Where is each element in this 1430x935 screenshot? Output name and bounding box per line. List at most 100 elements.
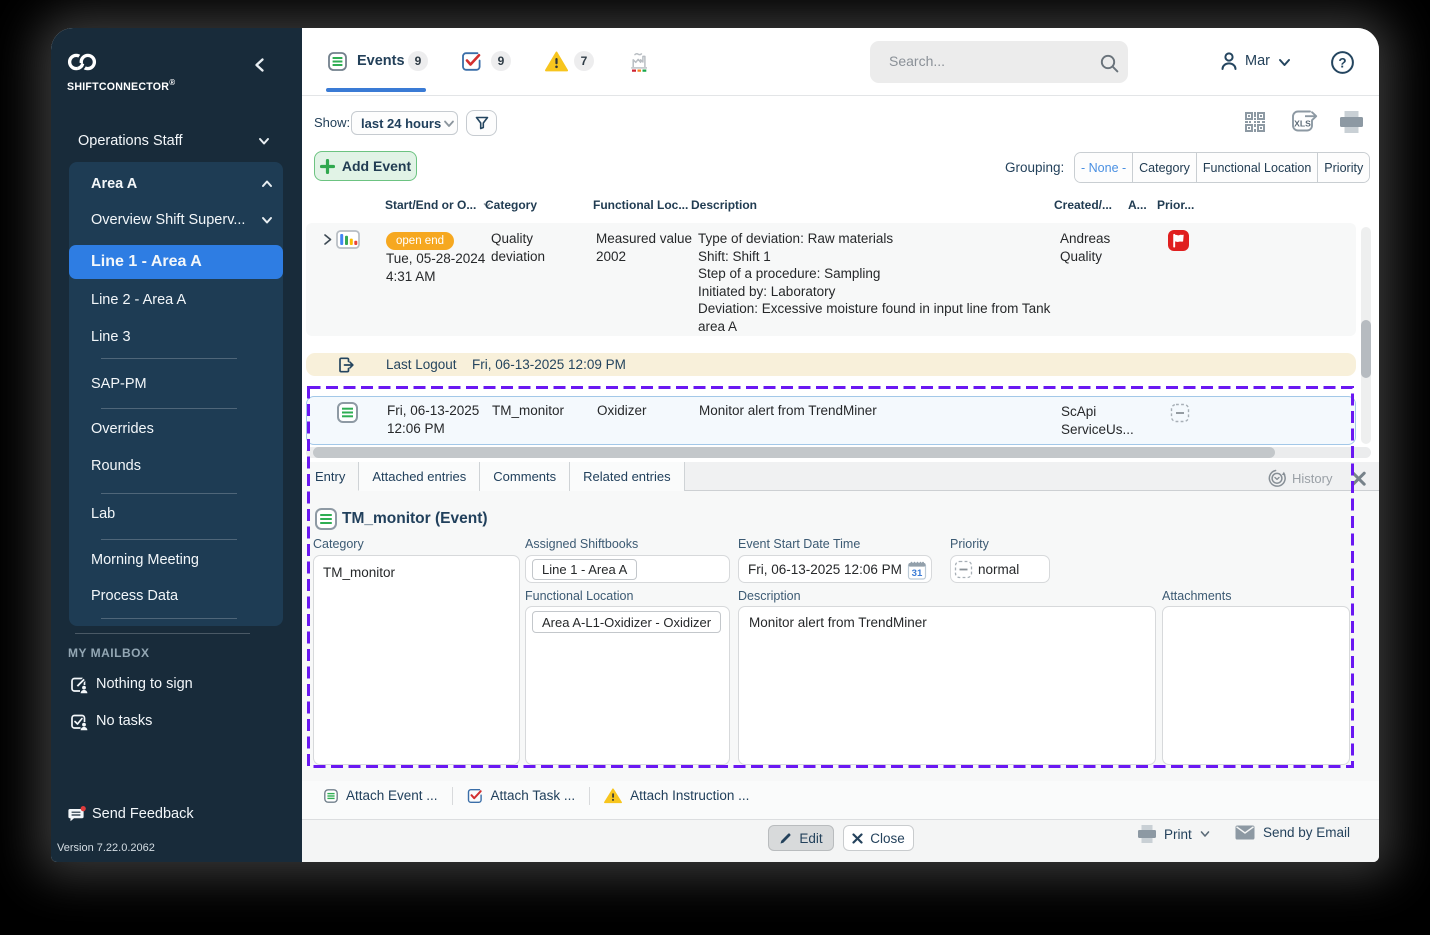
- sidebar-item-sap-pm[interactable]: SAP-PM: [69, 366, 283, 402]
- column-header-description[interactable]: Description: [691, 198, 757, 212]
- sidebar-item-overview-shift-supervisor[interactable]: Overview Shift Superv...: [69, 202, 283, 238]
- search-icon[interactable]: [1098, 52, 1121, 75]
- help-button[interactable]: ?: [1330, 50, 1355, 80]
- sidebar-item-morning-meeting[interactable]: Morning Meeting: [69, 542, 283, 578]
- user-name[interactable]: Mar: [1245, 53, 1270, 69]
- grouping-option-priority[interactable]: Priority: [1318, 153, 1370, 182]
- no-attachment-icon: [1170, 403, 1190, 428]
- tab-attached-entries[interactable]: Attached entries: [359, 462, 481, 491]
- sidebar-item-process-data[interactable]: Process Data: [69, 578, 283, 614]
- qr-code-button[interactable]: [1243, 110, 1267, 139]
- chevron-down-icon: [262, 217, 272, 224]
- logout-icon: [339, 357, 354, 373]
- cell-description: Type of deviation: Raw materials Shift: …: [698, 231, 1051, 334]
- cell-description: Monitor alert from TrendMiner: [699, 403, 877, 418]
- detail-footer-bar: Edit Close Print Send by Email: [302, 819, 1379, 862]
- entry-form: TM_monitor (Event) Category TM_monitor A…: [302, 491, 1379, 781]
- send-by-email-label: Send by Email: [1263, 825, 1351, 840]
- description-field[interactable]: Monitor alert from TrendMiner: [738, 606, 1156, 765]
- column-header-created[interactable]: Created/...: [1054, 198, 1112, 212]
- grouping-option-none[interactable]: - None -: [1075, 153, 1134, 182]
- search-input[interactable]: Search...: [870, 41, 1128, 83]
- category-field[interactable]: TM_monitor: [313, 555, 520, 765]
- vertical-scrollbar[interactable]: [1361, 227, 1371, 444]
- history-button[interactable]: History: [1268, 469, 1332, 487]
- tab-tasks[interactable]: [461, 51, 482, 77]
- attach-event-button[interactable]: Attach Event ...: [302, 788, 452, 803]
- sidebar-collapse-button[interactable]: [250, 55, 270, 75]
- divider: [101, 618, 237, 619]
- attachments-field[interactable]: [1162, 606, 1350, 765]
- time-range-select[interactable]: last 24 hours: [351, 111, 458, 135]
- tab-plant[interactable]: [630, 52, 650, 77]
- show-label: Show:: [314, 115, 351, 130]
- edit-button[interactable]: Edit: [768, 825, 834, 851]
- tab-related-entries[interactable]: Related entries: [570, 462, 685, 491]
- sidebar-item-lab[interactable]: Lab: [69, 496, 283, 532]
- warning-triangle-icon: [604, 787, 623, 803]
- print-button[interactable]: Print: [1137, 825, 1211, 843]
- column-header-priority[interactable]: Prior...: [1157, 198, 1194, 212]
- column-header-functional-location[interactable]: Functional Loc...: [593, 198, 688, 212]
- divider: [75, 633, 250, 634]
- assigned-shiftbooks-field[interactable]: Line 1 - Area A: [525, 555, 730, 583]
- table-row-last-logout[interactable]: Last Logout Fri, 06-13-2025 12:09 PM: [306, 353, 1356, 376]
- sidebar-item-no-tasks[interactable]: No tasks: [51, 703, 302, 739]
- xls-export-icon: XLS: [1292, 110, 1318, 132]
- attach-task-button[interactable]: Attach Task ...: [453, 788, 590, 804]
- print-list-button[interactable]: [1339, 111, 1364, 138]
- shiftbook-chip[interactable]: Line 1 - Area A: [532, 559, 638, 580]
- grouping-label: Grouping:: [1005, 160, 1065, 175]
- filter-funnel-icon: [475, 116, 488, 130]
- filter-button[interactable]: [466, 110, 497, 136]
- chevron-down-icon[interactable]: [1277, 56, 1292, 69]
- cell-category: Quality deviation: [491, 231, 546, 264]
- table-row-tm-monitor-selected[interactable]: Fri, 06-13-2025 12:06 PM TM_monitor Oxidi…: [306, 396, 1356, 445]
- sidebar-item-rounds[interactable]: Rounds: [69, 448, 283, 484]
- sidebar-item-line1-area-a-selected[interactable]: Line 1 - Area A: [69, 245, 283, 279]
- expand-chevron-icon[interactable]: [321, 233, 334, 246]
- grouping-option-functional-location[interactable]: Functional Location: [1196, 153, 1319, 182]
- calendar-icon[interactable]: 31: [906, 559, 928, 586]
- sidebar-item-nothing-to-sign[interactable]: Nothing to sign: [51, 666, 302, 702]
- time-range-value: last 24 hours: [361, 115, 442, 131]
- close-button[interactable]: Close: [843, 825, 914, 851]
- sidebar-item-operations-staff[interactable]: Operations Staff: [51, 123, 302, 159]
- user-menu[interactable]: [1217, 49, 1241, 78]
- column-header-attachments[interactable]: A...: [1128, 198, 1147, 212]
- sidebar-item-send-feedback[interactable]: Send Feedback: [51, 796, 302, 832]
- cell-functional-location: Measured value 2002: [596, 231, 693, 264]
- sidebar-item-overrides[interactable]: Overrides: [69, 411, 283, 447]
- help-icon: ?: [1331, 51, 1354, 74]
- table-row-quality-deviation[interactable]: open end Tue, 05-28-2024 4:31 AM Quality d…: [306, 223, 1356, 336]
- priority-field[interactable]: normal: [950, 555, 1050, 583]
- functional-location-chip[interactable]: Area A-L1-Oxidizer - Oxidizer: [532, 611, 722, 633]
- sidebar-item-line3[interactable]: Line 3: [69, 319, 283, 355]
- functional-location-field[interactable]: Area A-L1-Oxidizer - Oxidizer: [525, 606, 730, 765]
- close-detail-button[interactable]: [1351, 471, 1367, 492]
- add-event-button[interactable]: Add Event: [314, 151, 417, 181]
- export-xls-button[interactable]: XLS: [1290, 108, 1320, 141]
- tab-events[interactable]: [328, 52, 347, 76]
- column-header-start-end[interactable]: Start/End or O...: [385, 198, 492, 212]
- print-label: Print: [1164, 826, 1192, 842]
- tab-instructions[interactable]: [545, 51, 568, 77]
- divider: [101, 539, 237, 540]
- sidebar-item-area-a[interactable]: Area A: [69, 166, 283, 202]
- divider: [101, 493, 237, 494]
- add-event-label: Add Event: [341, 158, 412, 174]
- sidebar-item-label: No tasks: [96, 713, 153, 729]
- tab-entry[interactable]: Entry: [302, 462, 360, 491]
- send-by-email-button[interactable]: Send by Email: [1235, 825, 1350, 840]
- tab-events-label[interactable]: Events: [357, 53, 405, 69]
- grouping-option-category[interactable]: Category: [1133, 153, 1197, 182]
- horizontal-scrollbar[interactable]: [306, 447, 1371, 458]
- vertical-scrollbar-thumb[interactable]: [1361, 320, 1371, 378]
- event-start-field[interactable]: Fri, 06-13-2025 12:06 PM 31: [738, 555, 932, 583]
- attach-instruction-button[interactable]: Attach Instruction ...: [590, 787, 763, 804]
- horizontal-scrollbar-thumb[interactable]: [313, 447, 1275, 458]
- sidebar-item-line2-area-a[interactable]: Line 2 - Area A: [69, 282, 283, 318]
- cell-created-by: Andreas Quality: [1060, 231, 1111, 264]
- column-header-category[interactable]: Category: [485, 198, 537, 212]
- tab-comments[interactable]: Comments: [480, 462, 571, 491]
